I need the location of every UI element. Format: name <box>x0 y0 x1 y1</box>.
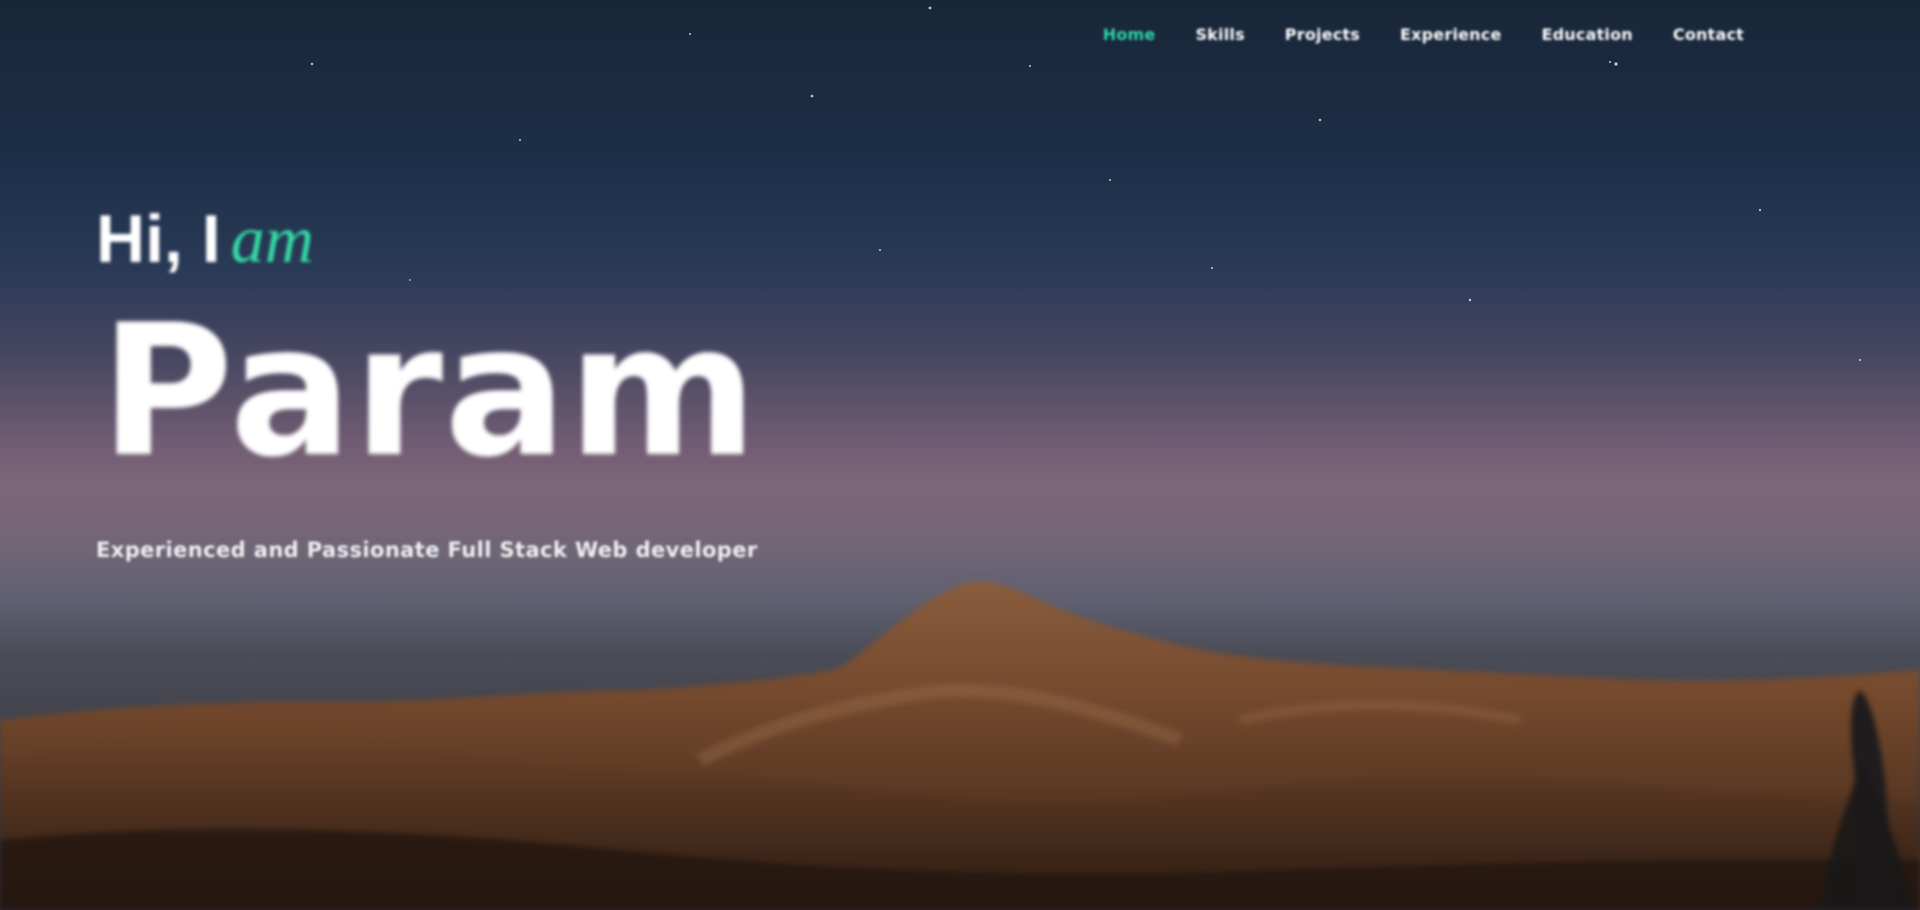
greeting-prefix: Hi, I <box>96 201 221 277</box>
nav-link-contact[interactable]: Contact <box>1673 25 1744 44</box>
hero-greeting: Hi, Iam <box>96 205 314 273</box>
nav-link-projects[interactable]: Projects <box>1285 25 1360 44</box>
main-navigation: Home Skills Projects Experience Educatio… <box>1103 18 1744 50</box>
hero-name: Param <box>100 285 759 497</box>
hero-section: Home Skills Projects Experience Educatio… <box>0 0 1920 910</box>
nav-link-experience[interactable]: Experience <box>1400 25 1502 44</box>
hero-tagline: Experienced and Passionate Full Stack We… <box>96 538 758 562</box>
greeting-accent-word: am <box>230 201 314 277</box>
nav-link-home[interactable]: Home <box>1103 25 1156 44</box>
nav-link-education[interactable]: Education <box>1542 25 1633 44</box>
nav-link-skills[interactable]: Skills <box>1195 25 1244 44</box>
